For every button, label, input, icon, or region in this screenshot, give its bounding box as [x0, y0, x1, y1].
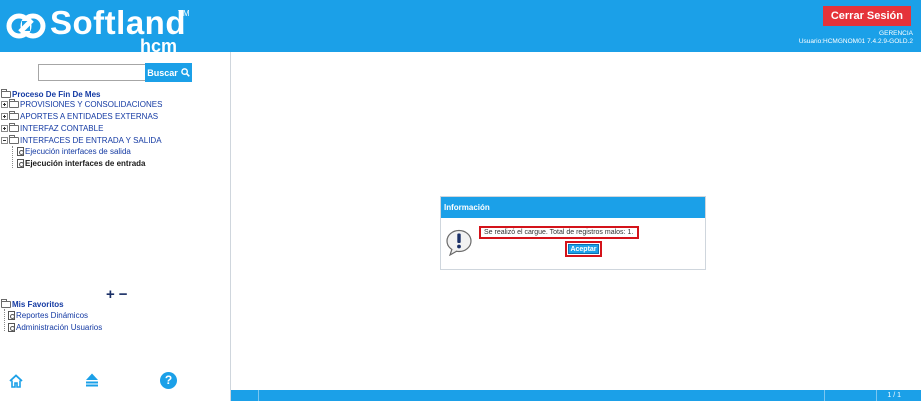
tree-folder-label: PROVISIONES Y CONSOLIDACIONES	[20, 99, 163, 109]
folder-open-icon	[1, 88, 11, 98]
sidebar: Buscar Proceso De Fin De Mes PROVISIONES…	[0, 52, 231, 401]
search-icon	[180, 68, 190, 77]
favorite-label: Administración Usuarios	[16, 322, 103, 332]
expand-icon[interactable]	[1, 100, 8, 108]
logo-trademark: TM	[178, 9, 190, 18]
softland-logo-icon	[6, 13, 46, 39]
zoom-controls: + −	[106, 286, 128, 303]
search-input[interactable]	[38, 64, 146, 81]
document-icon	[8, 310, 15, 320]
dialog-title: Información	[441, 197, 705, 218]
tree-leaf-interfaces-entrada[interactable]: Ejecución interfaces de entrada	[17, 158, 146, 168]
dialog-message: Se realizó el cargue. Total de registros…	[479, 226, 639, 239]
help-icon[interactable]: ?	[160, 372, 177, 389]
tree-folder-aportes[interactable]: APORTES A ENTIDADES EXTERNAS	[1, 110, 159, 121]
expand-icon[interactable]	[1, 124, 8, 132]
favorites-root[interactable]: Mis Favoritos	[1, 298, 64, 309]
user-info: GERENCIA Usuario:HCMGNOM01 7.4.2.9-GOLD.…	[799, 30, 913, 46]
user-version-label: Usuario:HCMGNOM01 7.4.2.9-GOLD.2	[798, 38, 913, 45]
tree-folder-label: APORTES A ENTIDADES EXTERNAS	[20, 111, 159, 121]
footer-separator	[258, 390, 259, 401]
document-icon	[17, 146, 24, 156]
accept-button-highlight: Aceptar	[565, 241, 602, 257]
softland-logo: Softland TM hcm	[6, 4, 196, 56]
main-content: Información Se realizó el cargue. Total …	[231, 52, 921, 390]
tree-connector	[12, 146, 13, 168]
status-footer: 1 / 1	[231, 390, 921, 401]
page-indicator: 1 / 1	[887, 392, 901, 399]
tree-folder-label: INTERFACES DE ENTRADA Y SALIDA	[20, 135, 162, 145]
tree-root-proceso-fin-mes[interactable]: Proceso De Fin De Mes	[1, 88, 101, 99]
information-dialog: Información Se realizó el cargue. Total …	[440, 196, 706, 270]
sidebar-bottom-toolbar: ?	[0, 370, 231, 392]
favorite-administracion-usuarios[interactable]: Administración Usuarios	[8, 322, 102, 332]
folder-open-icon	[1, 298, 11, 308]
folder-icon	[9, 110, 19, 120]
zoom-out-button[interactable]: −	[119, 286, 128, 303]
collapse-icon[interactable]	[1, 136, 8, 144]
tree-folder-label: INTERFAZ CONTABLE	[20, 123, 104, 133]
folder-icon	[9, 98, 19, 108]
tree-leaf-label: Ejecución interfaces de entrada	[25, 158, 146, 168]
footer-separator	[824, 390, 825, 401]
favorites-root-label: Mis Favoritos	[12, 299, 64, 309]
tree-root-label: Proceso De Fin De Mes	[12, 89, 101, 99]
folder-open-icon	[9, 134, 19, 144]
exclamation-bubble-icon	[446, 229, 472, 256]
company-label: GERENCIA	[879, 30, 913, 37]
tree-leaf-label: Ejecución interfaces de salida	[25, 146, 131, 156]
search-button-label: Buscar	[147, 67, 178, 78]
expand-icon[interactable]	[1, 112, 8, 120]
favorite-reportes-dinamicos[interactable]: Reportes Dinámicos	[8, 310, 88, 320]
tree-folder-provisiones[interactable]: PROVISIONES Y CONSOLIDACIONES	[1, 98, 163, 109]
tree-connector	[4, 309, 5, 331]
tree-leaf-interfaces-salida[interactable]: Ejecución interfaces de salida	[17, 146, 131, 156]
document-icon	[17, 158, 24, 168]
zoom-in-button[interactable]: +	[106, 286, 115, 303]
document-icon	[8, 322, 15, 332]
tree-folder-interfaces-entrada-salida[interactable]: INTERFACES DE ENTRADA Y SALIDA	[1, 134, 162, 145]
favorite-label: Reportes Dinámicos	[16, 310, 89, 320]
folder-icon	[9, 122, 19, 132]
home-icon[interactable]	[9, 374, 23, 388]
footer-separator	[876, 390, 877, 401]
logout-button[interactable]: Cerrar Sesión	[822, 6, 911, 26]
app-header: Softland TM hcm Cerrar Sesión GERENCIA U…	[0, 0, 921, 56]
accept-button[interactable]: Aceptar	[568, 244, 599, 254]
search-button[interactable]: Buscar	[145, 63, 192, 82]
tree-folder-interfaz-contable[interactable]: INTERFAZ CONTABLE	[1, 122, 104, 133]
collapse-all-icon[interactable]	[85, 373, 99, 387]
